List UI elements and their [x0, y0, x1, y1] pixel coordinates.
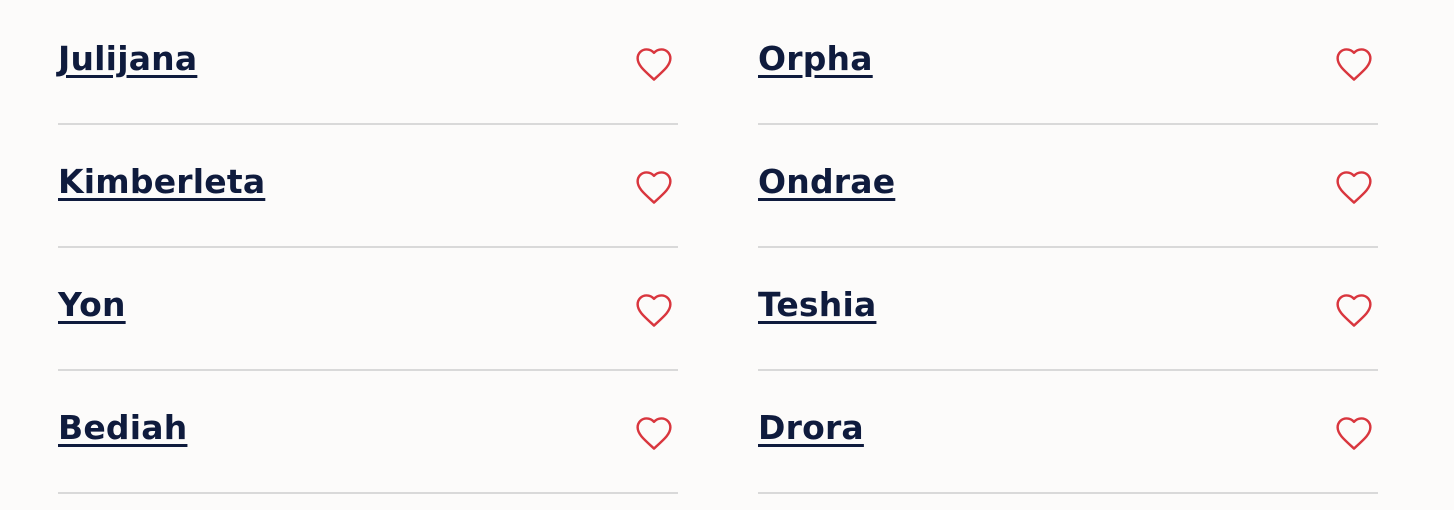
name-link[interactable]: Bediah	[58, 411, 187, 444]
favorite-button[interactable]	[1332, 165, 1376, 209]
list-item: Teshia	[758, 248, 1378, 371]
name-link[interactable]: Teshia	[758, 288, 876, 321]
heart-outline-icon	[1336, 171, 1372, 204]
favorite-button[interactable]	[1332, 42, 1376, 86]
name-link[interactable]: Yon	[58, 288, 126, 321]
list-item: Yon	[58, 248, 678, 371]
names-grid: Julijana Kimberleta Yon Bediah Orpha Ond…	[0, 0, 1454, 510]
name-link[interactable]: Orpha	[758, 42, 873, 75]
list-item: Julijana	[58, 2, 678, 125]
list-item: Ondrae	[758, 125, 1378, 248]
name-link[interactable]: Ondrae	[758, 165, 895, 198]
names-column-left: Julijana Kimberleta Yon Bediah	[58, 2, 678, 494]
heart-outline-icon	[636, 417, 672, 450]
names-column-right: Orpha Ondrae Teshia Drora	[758, 2, 1378, 494]
favorite-button[interactable]	[632, 42, 676, 86]
heart-outline-icon	[636, 171, 672, 204]
favorite-button[interactable]	[632, 165, 676, 209]
heart-outline-icon	[1336, 48, 1372, 81]
heart-outline-icon	[636, 48, 672, 81]
favorite-button[interactable]	[632, 411, 676, 455]
name-link[interactable]: Drora	[758, 411, 864, 444]
heart-outline-icon	[1336, 294, 1372, 327]
list-item: Drora	[758, 371, 1378, 494]
favorite-button[interactable]	[1332, 411, 1376, 455]
list-item: Bediah	[58, 371, 678, 494]
favorite-button[interactable]	[1332, 288, 1376, 332]
name-link[interactable]: Kimberleta	[58, 165, 265, 198]
list-item: Orpha	[758, 2, 1378, 125]
heart-outline-icon	[1336, 417, 1372, 450]
name-link[interactable]: Julijana	[58, 42, 197, 75]
heart-outline-icon	[636, 294, 672, 327]
favorite-button[interactable]	[632, 288, 676, 332]
list-item: Kimberleta	[58, 125, 678, 248]
